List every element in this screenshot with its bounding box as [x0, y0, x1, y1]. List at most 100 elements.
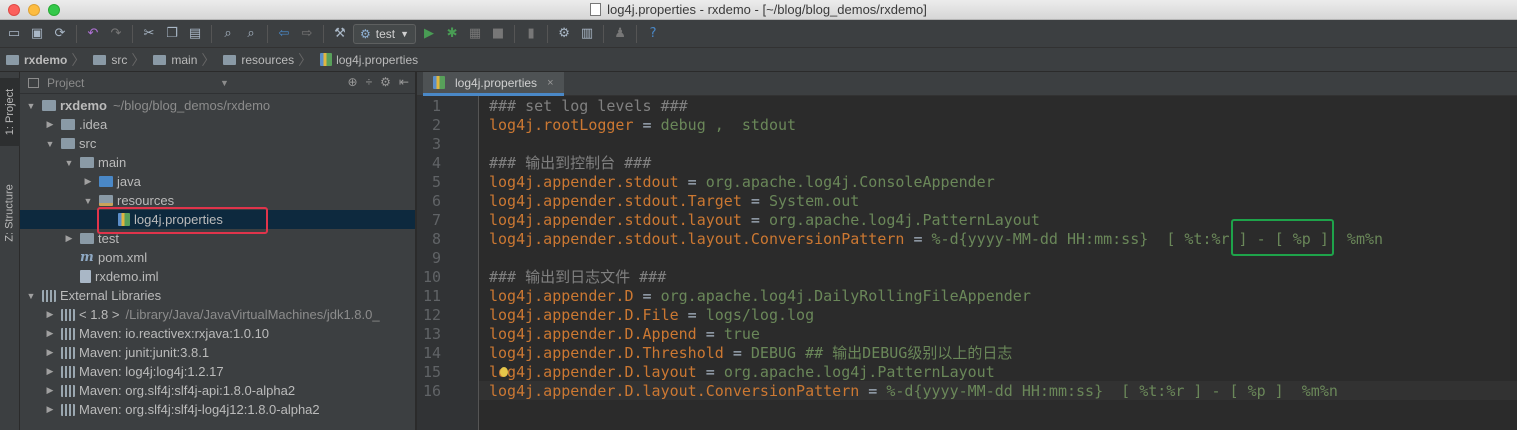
tree-item[interactable]: rxdemo.iml — [20, 267, 415, 286]
expanded-arrow-icon[interactable]: ▼ — [83, 196, 93, 206]
tree-item[interactable]: ▼ src — [20, 134, 415, 153]
sdk-icon[interactable]: ♟ — [610, 24, 630, 44]
back-icon[interactable]: ⇦ — [274, 24, 294, 44]
maximize-window-button[interactable] — [48, 4, 60, 16]
expanded-arrow-icon[interactable]: ▼ — [64, 158, 74, 168]
tree-item[interactable]: ▼ rxdemo ~/blog/blog_demos/rxdemo — [20, 96, 415, 115]
close-window-button[interactable] — [8, 4, 20, 16]
property-value: logs/log.log — [705, 306, 815, 324]
property-value: true — [723, 325, 760, 343]
collapsed-arrow-icon[interactable]: ▶ — [45, 309, 55, 320]
code-line: ### 输出到控制台 ### — [489, 154, 651, 173]
chevron-down-icon[interactable]: ▼ — [220, 78, 229, 88]
tree-item-label: Maven: log4j:log4j:1.2.17 — [79, 364, 224, 379]
paste-icon[interactable]: ▤ — [185, 24, 205, 44]
breadcrumb-item[interactable]: rxdemo 〉 — [6, 50, 93, 70]
code-line: log4j.appender.D.File = logs/log.log — [489, 306, 814, 325]
collapse-all-icon[interactable]: ÷ — [366, 75, 373, 89]
separator: = — [633, 287, 661, 305]
replace-icon[interactable]: ⌕ — [241, 24, 261, 44]
structure-icon[interactable]: ▥ — [577, 24, 597, 44]
project-panel-title[interactable]: Project — [47, 76, 84, 90]
breadcrumb-item[interactable]: resources 〉 — [223, 50, 320, 70]
line-number: 11 — [422, 287, 441, 305]
project-tool-tab[interactable]: 1: Project — [0, 78, 20, 146]
expanded-arrow-icon[interactable]: ▼ — [45, 139, 55, 149]
separator: = — [633, 116, 661, 134]
tree-item[interactable]: ▶ Maven: org.slf4j:slf4j-api:1.8.0-alpha2 — [20, 381, 415, 400]
library-icon — [61, 327, 75, 340]
library-icon — [61, 308, 75, 321]
expanded-arrow-icon[interactable]: ▼ — [26, 291, 36, 301]
settings-icon[interactable]: ⚙ — [554, 24, 574, 44]
debug-icon[interactable]: ✱ — [442, 24, 462, 44]
redo-icon[interactable]: ↷ — [106, 24, 126, 44]
line-number: 15 — [422, 363, 441, 381]
comment: ### 输出到日志文件 ### — [489, 268, 667, 286]
collapsed-arrow-icon[interactable]: ▶ — [45, 347, 55, 358]
code-line: log4j.appender.D.Append = true — [489, 325, 760, 344]
chevron-down-icon: ▼ — [400, 28, 410, 39]
tree-item[interactable]: ▶ Maven: junit:junit:3.8.1 — [20, 343, 415, 362]
build-icon[interactable]: ⚒ — [330, 24, 350, 44]
tree-item[interactable]: ▶ Maven: log4j:log4j:1.2.17 — [20, 362, 415, 381]
editor-tab-log4j-properties[interactable]: log4j.properties × — [423, 72, 564, 96]
forward-icon[interactable]: ⇨ — [297, 24, 317, 44]
collapsed-arrow-icon[interactable]: ▶ — [45, 385, 55, 396]
file-icon — [590, 3, 602, 16]
tree-item-label: < 1.8 > — [79, 307, 120, 322]
open-icon[interactable]: ▭ — [4, 24, 24, 44]
collapsed-arrow-icon[interactable]: ▶ — [45, 119, 55, 130]
tree-item[interactable]: ▶ .idea — [20, 115, 415, 134]
tree-item[interactable]: ▶ java — [20, 172, 415, 191]
find-icon[interactable]: ⌕ — [218, 24, 238, 44]
property-value: debug , stdout — [660, 116, 797, 134]
coverage-icon[interactable]: ▦ — [465, 24, 485, 44]
chevron-right-icon: 〉 — [298, 51, 313, 68]
collapsed-arrow-icon[interactable]: ▶ — [45, 328, 55, 339]
copy-icon[interactable]: ❐ — [162, 24, 182, 44]
sync-icon[interactable]: ⟳ — [50, 24, 70, 44]
code-editor[interactable]: ### set log levels ### log4j.rootLogger =… — [479, 96, 1517, 430]
close-icon[interactable]: × — [547, 77, 553, 89]
toolbar-divider — [211, 24, 212, 43]
gear-icon[interactable]: ⚙ — [380, 75, 391, 89]
tree-item[interactable]: ▶ < 1.8 > /Library/Java/JavaVirtualMachine… — [20, 305, 415, 324]
tree-item[interactable]: m pom.xml — [20, 248, 415, 267]
intention-bulb-icon[interactable] — [500, 367, 508, 377]
tree-item[interactable]: ▼ main — [20, 153, 415, 172]
properties-file-icon — [320, 53, 333, 66]
folder-icon — [61, 119, 75, 130]
undo-icon[interactable]: ↶ — [83, 24, 103, 44]
tree-item-label: src — [79, 136, 97, 151]
breadcrumb-item[interactable]: main 〉 — [153, 50, 223, 70]
toolbar-divider — [267, 24, 268, 43]
breadcrumb-item[interactable]: log4j.properties — [320, 53, 422, 67]
minimize-window-button[interactable] — [28, 4, 40, 16]
vcs-icon[interactable]: ▮ — [521, 24, 541, 44]
hide-panel-icon[interactable]: ⇤ — [399, 75, 409, 89]
resources-folder-icon — [99, 195, 113, 206]
tree-item[interactable]: ▼ External Libraries — [20, 286, 415, 305]
expanded-arrow-icon[interactable]: ▼ — [26, 101, 36, 111]
property-key: log4j.appender.stdout.layout — [489, 211, 742, 229]
cut-icon[interactable]: ✂ — [139, 24, 159, 44]
run-icon[interactable]: ▶ — [419, 24, 439, 44]
folder-icon — [80, 157, 94, 168]
locate-icon[interactable]: ⊕ — [348, 75, 358, 89]
run-configuration-select[interactable]: ⚙ test ▼ — [353, 23, 417, 44]
folder-icon — [223, 54, 237, 65]
tree-item[interactable]: ▶ Maven: org.slf4j:slf4j-log4j12:1.8.0-al… — [20, 400, 415, 419]
stop-icon[interactable]: ■ — [488, 24, 508, 44]
tree-item[interactable]: ▶ Maven: io.reactivex:rxjava:1.0.10 — [20, 324, 415, 343]
collapsed-arrow-icon[interactable]: ▶ — [45, 366, 55, 377]
folder-icon — [93, 54, 107, 65]
collapsed-arrow-icon[interactable]: ▶ — [64, 233, 74, 244]
save-icon[interactable]: ▣ — [27, 24, 47, 44]
collapsed-arrow-icon[interactable]: ▶ — [45, 404, 55, 415]
line-number: 6 — [431, 192, 441, 210]
collapsed-arrow-icon[interactable]: ▶ — [83, 176, 93, 187]
help-icon[interactable]: ? — [643, 24, 663, 44]
structure-tool-tab[interactable]: Z: Structure — [0, 168, 20, 258]
breadcrumb-item[interactable]: src 〉 — [93, 50, 153, 70]
